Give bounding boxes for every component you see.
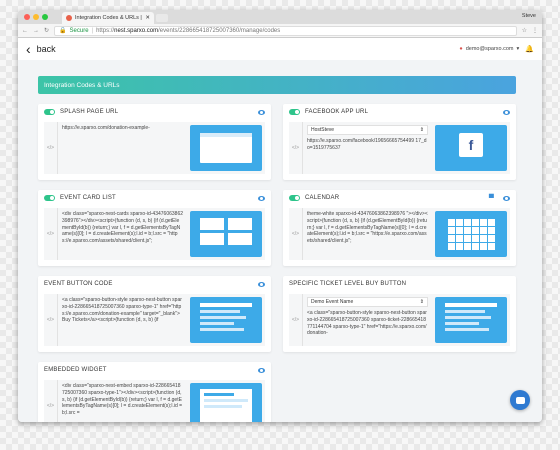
chat-button[interactable] (510, 390, 530, 410)
facebook-icon: f (459, 133, 483, 157)
card-title: CALENDAR (305, 195, 340, 201)
url-scheme: https:// (96, 27, 115, 34)
code-icon: </> (44, 380, 58, 422)
code-icon: </> (44, 122, 58, 174)
url-host: nest.sparxo.com (114, 27, 159, 34)
page-content: ‹ back ● demo@sparxo.com ▾ 🔔 Integration… (18, 38, 542, 422)
section-title: Integration Codes & URLs (38, 76, 516, 94)
code-text[interactable]: <a class="sparxo-button-style sparxo-nes… (307, 310, 428, 337)
lock-icon: 🔒 (59, 28, 67, 34)
account-menu[interactable]: ● demo@sparxo.com ▾ (459, 46, 519, 52)
select-value: Demo Event Name (311, 299, 354, 305)
preview-image: f (435, 125, 507, 171)
card-title: EVENT CARD LIST (60, 195, 116, 201)
code-icon: </> (44, 208, 58, 260)
minimize-window-button[interactable] (33, 14, 39, 20)
code-text[interactable]: https://e.sparxo.com/donation-example- (58, 122, 187, 174)
url-path: /events/2286654187250073​60/manage/codes (158, 27, 281, 34)
code-text[interactable]: https://e.sparxo.com/facebook/1965666575… (307, 138, 428, 152)
splash-page-toggle[interactable] (44, 109, 55, 115)
browser-menu-icon[interactable]: ⋮ (532, 27, 538, 34)
close-tab-icon[interactable]: ✕ (145, 15, 150, 21)
site-favicon-icon (66, 15, 72, 21)
eye-icon[interactable] (258, 367, 265, 373)
select-value: HostSteve (311, 127, 335, 133)
close-window-button[interactable] (24, 14, 30, 20)
account-email: demo@sparxo.com (465, 46, 514, 52)
card-title: SPECIFIC TICKET LEVEL BUY BUTTON (289, 281, 407, 287)
calendar-toggle[interactable] (289, 195, 300, 201)
card-event-button-code: EVENT BUTTON CODE </> <a class="sparxo-b… (38, 276, 271, 352)
preview-image (190, 125, 262, 171)
preview-image (435, 211, 507, 257)
facebook-toggle[interactable] (289, 109, 300, 115)
bookmark-star-icon[interactable]: ☆ (522, 27, 527, 34)
chevron-updown-icon: ⇕ (419, 127, 424, 133)
card-title: EMBEDDED WIDGET (44, 367, 107, 373)
code-text[interactable]: <div class="sparxo-nest-embed sparxo-id-… (58, 380, 187, 422)
preview-image (190, 383, 262, 422)
eye-icon[interactable] (503, 195, 510, 201)
secure-label: Secure (69, 27, 89, 34)
tab-title: Integration Codes & URLs | Sp (75, 15, 142, 21)
back-label: back (36, 44, 56, 54)
back-nav-icon[interactable]: ← (22, 28, 28, 34)
chevron-updown-icon: ⇕ (419, 299, 424, 305)
code-icon: </> (289, 294, 303, 346)
card-ticket-level-buy-button: SPECIFIC TICKET LEVEL BUY BUTTON </> Dem… (283, 276, 516, 352)
card-title: SPLASH PAGE URL (60, 109, 119, 115)
preview-image (190, 297, 262, 343)
chevron-left-icon: ‹ (26, 41, 31, 57)
chat-bubble-icon (515, 396, 525, 404)
code-text[interactable]: <div class="sparxo-nest-cards sparxo-id-… (58, 208, 187, 260)
browser-tab[interactable]: Integration Codes & URLs | Sp ✕ (62, 12, 154, 24)
event-card-list-toggle[interactable] (44, 195, 55, 201)
new-tab-button[interactable] (156, 14, 168, 22)
card-embedded-widget: EMBEDDED WIDGET </> <div class="sparxo-n… (38, 362, 271, 422)
card-title: EVENT BUTTON CODE (44, 281, 113, 287)
card-title: FACEBOOK APP URL (305, 109, 369, 115)
card-splash-page-url: SPLASH PAGE URL </> https://e.sparxo.com… (38, 104, 271, 180)
event-select[interactable]: Demo Event Name ⇕ (307, 297, 428, 307)
forward-nav-icon[interactable]: → (33, 28, 39, 34)
card-facebook-app-url: FACEBOOK APP URL </> HostSteve ⇕ https:/… (283, 104, 516, 180)
code-icon: </> (44, 294, 58, 346)
zoom-window-button[interactable] (42, 14, 48, 20)
bell-icon[interactable]: 🔔 (525, 45, 534, 53)
user-icon: ● (459, 46, 463, 52)
eye-icon[interactable] (258, 109, 265, 115)
eye-icon[interactable] (258, 195, 265, 201)
window-controls (24, 14, 48, 20)
eye-icon[interactable] (258, 281, 265, 287)
card-event-card-list: EVENT CARD LIST </> <div class="sparxo-n… (38, 190, 271, 266)
address-toolbar: ← → ↻ 🔒 Secure | https://nest.sparxo.com… (18, 24, 542, 38)
browser-user[interactable]: Steve (522, 13, 536, 19)
chevron-down-icon: ▾ (516, 46, 520, 52)
code-icon: </> (289, 208, 303, 260)
app-header: ‹ back ● demo@sparxo.com ▾ 🔔 (18, 38, 542, 60)
reload-icon[interactable]: ↻ (44, 27, 49, 34)
code-text[interactable]: theme-white sparxo-id-43476063862398976 … (303, 208, 432, 260)
eye-icon[interactable] (503, 109, 510, 115)
paint-roller-icon[interactable]: ▀ (489, 195, 494, 202)
preview-image (435, 297, 507, 343)
code-text[interactable]: <a class="sparxo-button-style sparxo-nes… (58, 294, 187, 346)
code-icon: </> (289, 122, 303, 174)
page-select[interactable]: HostSteve ⇕ (307, 125, 428, 135)
preview-image (190, 211, 262, 257)
address-bar[interactable]: 🔒 Secure | https://nest.sparxo.com/event… (54, 25, 517, 36)
card-calendar: CALENDAR ▀ </> theme-white sparxo-id-434… (283, 190, 516, 266)
browser-window: Integration Codes & URLs | Sp ✕ Steve ← … (18, 10, 542, 422)
tab-bar: Integration Codes & URLs | Sp ✕ Steve (18, 10, 542, 24)
back-button[interactable]: ‹ back (26, 42, 56, 56)
